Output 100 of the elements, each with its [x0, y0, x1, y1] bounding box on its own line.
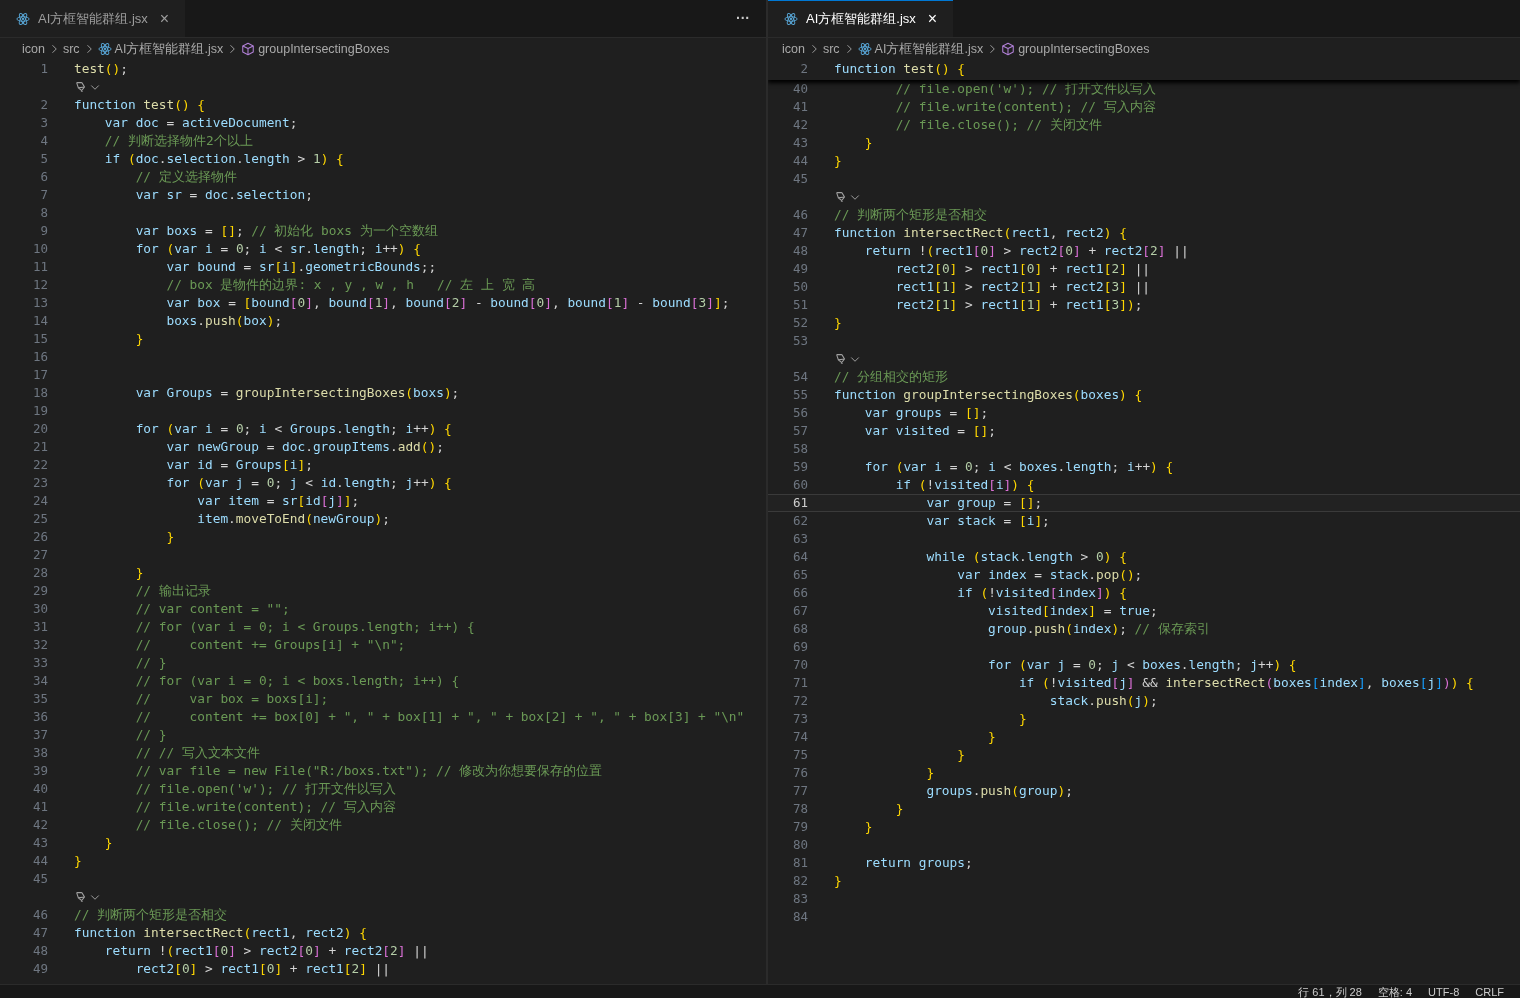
- status-item[interactable]: 行 61，列 28: [1298, 985, 1362, 998]
- line-number: 21: [31, 437, 48, 456]
- code-line: while (stack.length > 0) {: [925, 548, 1127, 566]
- line-number: 59: [791, 457, 808, 476]
- line-number: 48: [31, 941, 48, 960]
- line-number: 8: [39, 203, 48, 222]
- code-line: // for (var i = 0; i < Groups.length; i++) {: [134, 618, 475, 636]
- status-item[interactable]: 空格: 4: [1377, 985, 1413, 998]
- code-line: stack.push(j);: [1048, 692, 1158, 710]
- line-number: 43: [31, 833, 48, 852]
- code-line: if (!visited[i]) {: [894, 476, 1035, 494]
- code-line: rect2[1] > rect1[1] + rect1[3]);: [894, 296, 1143, 314]
- code-line: // file.open('w'); // 打开文件以写入: [134, 780, 397, 798]
- breadcrumb-item[interactable]: src: [62, 39, 80, 59]
- code-line: // box 是物件的边界: x , y , w , h // 左 上 宽 高: [165, 276, 536, 294]
- code-line: // }: [134, 654, 167, 672]
- breadcrumb-item[interactable]: AI方框智能群组.jsx: [874, 39, 984, 59]
- line-number: 83: [791, 889, 808, 908]
- line-number: 15: [31, 329, 48, 348]
- code-line: var item = sr[id[j]];: [196, 492, 360, 510]
- code-line: for (var i = 0; i < boxes.length; i++) {: [863, 458, 1174, 476]
- breadcrumb-item[interactable]: icon: [782, 39, 805, 59]
- breadcrumb-item[interactable]: icon: [22, 39, 45, 59]
- line-number: 9: [39, 221, 48, 240]
- line-number: 44: [31, 851, 48, 870]
- line-number: 52: [791, 313, 808, 332]
- editor-tab[interactable]: AI方框智能群组.jsx ×: [768, 0, 954, 37]
- code-line: function test() {: [834, 60, 966, 78]
- line-number: 70: [791, 655, 808, 674]
- line-number: 24: [31, 491, 48, 510]
- code-line: if (!visited[j] && intersectRect(boxes[index], boxes[j])) {: [1017, 674, 1474, 692]
- code-line: var box = [bound[0], bound[1], bound[2] - bound[0], bound[1] - bound[3]];: [165, 294, 730, 312]
- line-number: 72: [791, 691, 808, 710]
- line-number: 12: [31, 275, 48, 294]
- cube-icon: [1001, 42, 1016, 56]
- line-number: 62: [791, 511, 808, 530]
- breadcrumb-item[interactable]: groupIntersectingBoxes: [1018, 39, 1150, 59]
- line-number: 53: [791, 331, 808, 350]
- line-number: 82: [791, 871, 808, 890]
- line-number: 63: [791, 529, 808, 548]
- line-number: 60: [791, 475, 808, 494]
- line-number: 42: [31, 815, 48, 834]
- code-line: function test() {: [74, 96, 206, 114]
- line-number: 2: [799, 60, 808, 78]
- breadcrumb-item[interactable]: AI方框智能群组.jsx: [114, 39, 224, 59]
- line-number: 54: [791, 367, 808, 386]
- code-line: // var content = "";: [134, 600, 290, 618]
- line-number: 23: [31, 473, 48, 492]
- code-line: var id = Groups[i];: [165, 456, 313, 474]
- codelens-button[interactable]: [74, 80, 101, 94]
- line-number: 17: [31, 365, 48, 384]
- status-item[interactable]: CRLF: [1475, 985, 1504, 998]
- breadcrumb-item[interactable]: groupIntersectingBoxes: [258, 39, 390, 59]
- line-number: 6: [39, 167, 48, 186]
- line-number: 81: [791, 853, 808, 872]
- line-number: 3: [39, 113, 48, 132]
- codelens-button[interactable]: [834, 190, 861, 204]
- code-line: var group = [];: [925, 494, 1043, 512]
- line-number: 68: [791, 619, 808, 638]
- code-line: visited[index] = true;: [987, 602, 1158, 620]
- codelens-button[interactable]: [834, 352, 861, 366]
- line-number: 46: [791, 205, 808, 224]
- line-number: 65: [791, 565, 808, 584]
- react-icon: [857, 42, 872, 56]
- line-number: 43: [791, 133, 808, 152]
- line-number: 78: [791, 799, 808, 818]
- line-number: 80: [791, 835, 808, 854]
- code-line: // file.open('w'); // 打开文件以写入: [894, 80, 1157, 98]
- code-line: rect1[1] > rect2[1] + rect2[3] ||: [894, 278, 1151, 296]
- code-line: var stack = [i];: [925, 512, 1050, 530]
- code-line: rect2[0] > rect1[0] + rect1[2] ||: [894, 260, 1151, 278]
- code-line: }: [987, 728, 996, 746]
- code-line: // 判断两个矩形是否相交: [74, 906, 228, 924]
- code-line: var visited = [];: [863, 422, 996, 440]
- close-icon[interactable]: ×: [927, 11, 938, 27]
- code-line: var doc = activeDocument;: [103, 114, 298, 132]
- code-line: }: [834, 152, 842, 170]
- code-line: }: [894, 800, 904, 818]
- codelens-icon: [834, 352, 848, 366]
- close-icon[interactable]: ×: [159, 11, 170, 27]
- react-icon: [97, 42, 112, 56]
- editor-tab[interactable]: AI方框智能群组.jsx ×: [0, 0, 186, 37]
- status-item[interactable]: UTF-8: [1428, 985, 1460, 998]
- breadcrumb-item[interactable]: src: [822, 39, 840, 59]
- code-line: // 判断两个矩形是否相交: [834, 206, 988, 224]
- code-line: }: [165, 528, 175, 546]
- line-number: 48: [791, 241, 808, 260]
- code-line: }: [134, 564, 144, 582]
- line-number: 22: [31, 455, 48, 474]
- code-line: var sr = doc.selection;: [134, 186, 313, 204]
- code-line: // file.write(content); // 写入内容: [134, 798, 396, 816]
- more-actions-button[interactable]: ···: [736, 8, 766, 29]
- line-number: 55: [791, 385, 808, 404]
- line-number: 47: [31, 923, 48, 942]
- line-number: 32: [31, 635, 48, 654]
- line-number: 26: [31, 527, 48, 546]
- line-number: 75: [791, 745, 808, 764]
- codelens-button[interactable]: [74, 890, 101, 904]
- code-line: var newGroup = doc.groupItems.add();: [165, 438, 444, 456]
- line-number: 66: [791, 583, 808, 602]
